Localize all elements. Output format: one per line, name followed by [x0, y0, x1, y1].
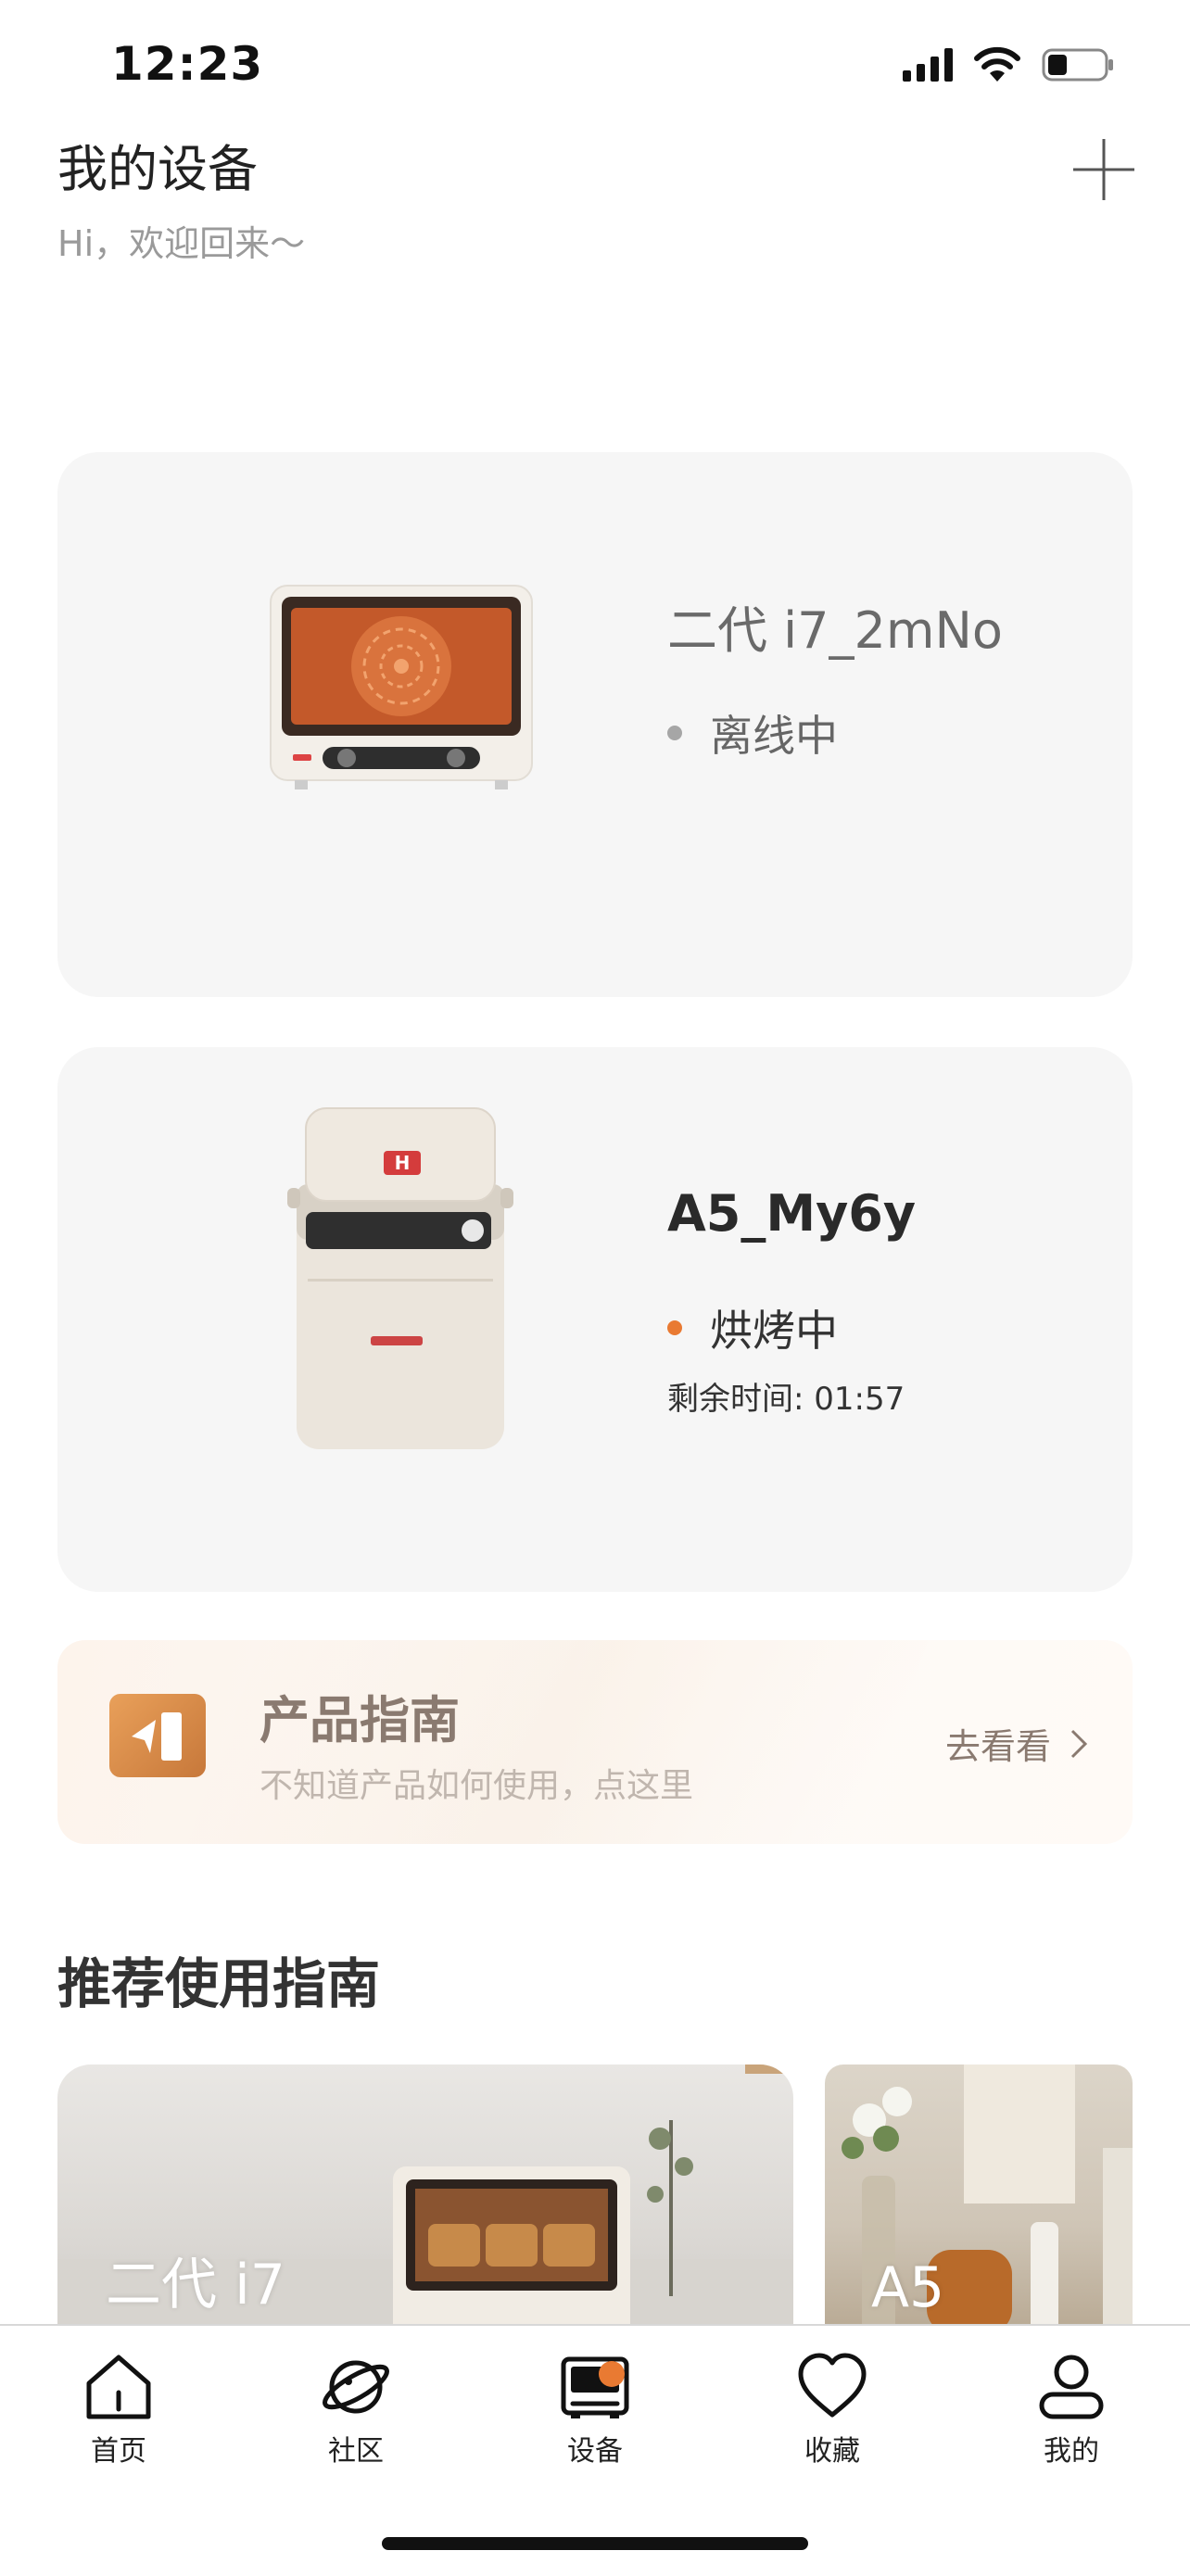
device-card[interactable]: H A5_My6y 烘烤中 剩余时间: 01:57 [57, 1047, 1133, 1592]
svg-text:H: H [395, 1152, 411, 1174]
tab-label: 收藏 [804, 2435, 860, 2468]
tab-devices[interactable]: 设备 [521, 2350, 669, 2469]
recommend-card-label: A5 [871, 2255, 945, 2320]
go-see-label: 去看看 [944, 1726, 1051, 1767]
home-indicator[interactable] [382, 2537, 808, 2550]
welcome-subtitle: Hi，欢迎回来～ [57, 223, 306, 264]
recommend-section-title: 推荐使用指南 [57, 1952, 381, 2015]
cellular-signal-icon [903, 48, 953, 82]
device-card[interactable]: 二代 i7_2mNo 离线中 [57, 452, 1133, 997]
home-icon [86, 2355, 151, 2419]
go-see-link[interactable]: 去看看 [945, 1718, 1088, 1769]
battery-icon [1042, 48, 1113, 82]
chevron-right-icon [1070, 1729, 1088, 1758]
guide-book-icon [109, 1694, 206, 1777]
recommend-card[interactable]: A5 [825, 2065, 1133, 2333]
device-status: 烘烤中 [667, 1297, 838, 1358]
tab-profile[interactable]: 我的 [997, 2350, 1146, 2469]
offline-status-dot [667, 726, 682, 740]
guide-subtitle: 不知道产品如何使用，点这里 [260, 1767, 694, 1805]
recommend-card[interactable]: 二代 i7 [57, 2065, 793, 2333]
product-guide-banner[interactable]: 产品指南 不知道产品如何使用，点这里 去看看 [57, 1640, 1133, 1844]
device-status: 离线中 [667, 702, 838, 764]
heart-icon [798, 2353, 867, 2418]
tab-home[interactable]: 首页 [44, 2350, 193, 2469]
oven-icon [270, 585, 533, 789]
baking-status-dot [667, 1320, 682, 1335]
status-icons [903, 46, 1116, 83]
remaining-time: 剩余时间: 01:57 [667, 1381, 905, 1418]
add-device-button[interactable] [1071, 137, 1136, 202]
tab-label: 首页 [91, 2435, 146, 2468]
tab-favorites[interactable]: 收藏 [758, 2350, 906, 2469]
tab-community[interactable]: 社区 [282, 2350, 430, 2469]
wifi-icon [974, 46, 1020, 82]
status-time: 12:23 [111, 37, 264, 91]
device-icon [561, 2356, 629, 2418]
recommend-card-label: 二代 i7 [106, 2253, 285, 2317]
bread-maker-icon: H [287, 1107, 513, 1449]
tab-label: 设备 [567, 2435, 623, 2468]
page-title: 我的设备 [57, 140, 258, 198]
status-text: 离线中 [710, 711, 838, 761]
person-icon [1039, 2355, 1104, 2419]
tab-label: 社区 [328, 2435, 384, 2468]
device-name: 二代 i7_2mNo [667, 601, 1003, 660]
planet-icon [323, 2360, 389, 2414]
tab-label: 我的 [1044, 2435, 1099, 2468]
guide-title: 产品指南 [260, 1691, 460, 1749]
device-name: A5_My6y [667, 1184, 917, 1243]
status-text: 烘烤中 [710, 1306, 838, 1356]
